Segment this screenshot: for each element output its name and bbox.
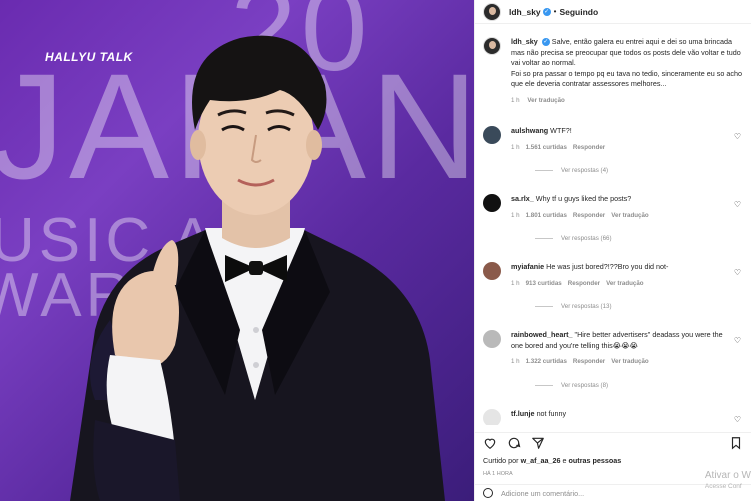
comment-likes[interactable]: 1.801 curtidas: [526, 212, 567, 219]
heart-icon[interactable]: ♡: [734, 132, 741, 141]
post-header: ldh_sky ✓ • Seguindo: [475, 0, 751, 24]
view-replies-label[interactable]: Ver respostas (4): [561, 167, 608, 174]
comment-likes[interactable]: 1.322 curtidas: [526, 358, 567, 365]
reply-button[interactable]: Responder: [573, 212, 605, 219]
replies-divider: [535, 238, 553, 239]
comment-username[interactable]: rainbowed_heart_: [511, 330, 573, 339]
comment-likes[interactable]: 1.561 curtidas: [526, 144, 567, 151]
windows-notice-title: Ativar o W: [704, 470, 751, 481]
post-image[interactable]: 20 JAPAN USIC AR WARD: [0, 0, 474, 501]
heart-icon[interactable]: ♡: [734, 415, 741, 424]
caption-time: 1 h: [511, 96, 520, 104]
comments-scroll-area[interactable]: ldh_sky ✓ Salve, então galera eu entrei …: [475, 25, 751, 425]
heart-icon[interactable]: ♡: [734, 200, 741, 209]
comment-item: myiafanie He was just bored?!??Bro you d…: [483, 262, 745, 310]
reply-button[interactable]: Responder: [573, 358, 605, 365]
comment-username[interactable]: myiafanie: [511, 262, 544, 271]
view-replies-link[interactable]: Ver respostas (13): [535, 303, 745, 310]
comment-text: not funny: [536, 408, 567, 418]
watermark-logo: HALLYU TALK: [45, 50, 133, 64]
translate-link[interactable]: Ver tradução: [611, 358, 648, 365]
comment-icon[interactable]: [507, 436, 521, 450]
comment-username[interactable]: tf.lunje: [511, 409, 535, 418]
view-replies-link[interactable]: Ver respostas (8): [535, 382, 745, 389]
post-time: HÁ 1 HORA: [483, 471, 513, 477]
avatar[interactable]: [483, 126, 501, 144]
comment-item: sa.rlx_ Why tf u guys liked the posts? 1 …: [483, 194, 745, 242]
translate-link[interactable]: Ver tradução: [611, 212, 648, 219]
replies-divider: [535, 384, 553, 386]
avatar[interactable]: [483, 330, 501, 348]
view-replies-label[interactable]: Ver respostas (13): [561, 303, 612, 310]
caption-username[interactable]: ldh_sky: [511, 37, 538, 46]
heart-icon[interactable]: ♡: [734, 336, 741, 345]
liked-by-others[interactable]: outras pessoas: [569, 456, 622, 465]
post-actions: [475, 432, 751, 452]
comment-item: aulshwang WTF?! 1 h 1.561 curtidas Responde…: [483, 126, 745, 174]
replies-divider: [535, 306, 553, 307]
view-replies-label[interactable]: Ver respostas (8): [561, 382, 608, 389]
comment-text: WTF?!: [550, 126, 572, 135]
heart-icon[interactable]: ♡: [734, 268, 741, 277]
view-replies-link[interactable]: Ver respostas (4): [535, 167, 745, 174]
comment-time: 1 h: [511, 143, 520, 151]
separator: •: [553, 7, 557, 16]
verified-icon: ✓: [541, 38, 550, 47]
liked-by-prefix: Curtido por: [483, 456, 519, 465]
comment-time: 1 h: [511, 211, 520, 219]
comment-username[interactable]: aulshwang: [511, 126, 548, 135]
windows-activation-notice: Ativar o W Acesse Conf: [705, 470, 751, 492]
comment-time: 1 h: [511, 279, 520, 287]
caption-translate-link[interactable]: Ver tradução: [527, 97, 564, 104]
share-icon[interactable]: [531, 436, 545, 450]
bookmark-icon[interactable]: [729, 436, 743, 450]
avatar[interactable]: [483, 262, 501, 280]
reply-button[interactable]: Responder: [573, 144, 605, 151]
verified-icon: ✓: [542, 7, 551, 16]
avatar[interactable]: [483, 2, 501, 21]
header-username[interactable]: ldh_sky: [509, 7, 541, 17]
heart-icon[interactable]: [483, 436, 497, 450]
view-replies-label[interactable]: Ver respostas (66): [561, 235, 612, 242]
liked-by-user[interactable]: w_af_aa_26: [521, 456, 561, 465]
post-caption: ldh_sky ✓ Salve, então galera eu entrei …: [483, 25, 745, 106]
comment-text: He was just bored?!??Bro you did not-: [546, 262, 669, 271]
post-sidebar: ldh_sky ✓ • Seguindo ldh_sky ✓ Salve, en…: [474, 0, 751, 501]
comment-item: tf.lunje not funny1 h601 curtidasRespond…: [483, 408, 745, 425]
replies-divider: [535, 170, 553, 171]
liked-by: Curtido por w_af_aa_26 e outras pessoas: [483, 456, 621, 465]
comment-time: 1 h: [511, 358, 520, 365]
comment-username[interactable]: sa.rlx_: [511, 194, 534, 203]
translate-link[interactable]: Ver tradução: [606, 280, 643, 287]
comment-input[interactable]: Adicione um comentário...: [501, 489, 584, 498]
caption-avatar[interactable]: [483, 37, 501, 55]
comment-item: rainbowed_heart_ "Hire better advertiser…: [483, 330, 745, 389]
reply-button[interactable]: Responder: [568, 280, 600, 287]
comment-text: Why tf u guys liked the posts?: [535, 194, 632, 203]
emoji-icon[interactable]: [483, 488, 493, 498]
avatar[interactable]: [483, 408, 501, 425]
person-illustration: [70, 35, 445, 501]
liked-by-mid: e: [562, 456, 567, 465]
following-button[interactable]: Seguindo: [559, 7, 598, 17]
caption-text-2: Foi so pra passar o tempo pq eu tava no …: [511, 68, 742, 89]
windows-notice-sub: Acesse Conf: [704, 483, 742, 490]
view-replies-link[interactable]: Ver respostas (66): [535, 235, 745, 242]
comment-likes[interactable]: 913 curtidas: [526, 280, 562, 287]
avatar[interactable]: [483, 194, 501, 212]
